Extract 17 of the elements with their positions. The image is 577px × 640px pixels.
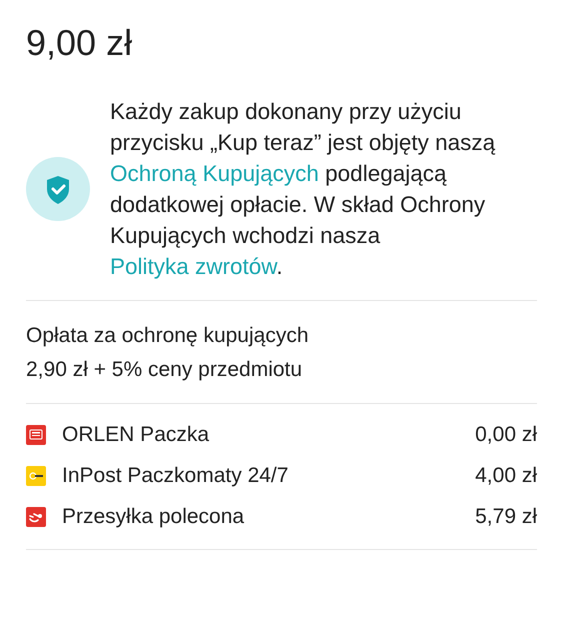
- parcel-logo-icon: [26, 466, 46, 486]
- shipping-name: Przesyłka polecona: [62, 504, 246, 528]
- link[interactable]: Ochroną: [110, 161, 196, 186]
- price-text: 9,00 zł: [26, 21, 134, 65]
- post-logo-icon: [26, 506, 46, 526]
- shipping-name: InPost Paczkomaty 24/7: [62, 464, 290, 488]
- shield-check-icon: [26, 157, 90, 221]
- link[interactable]: Polityka zwrotów: [110, 254, 276, 279]
- link[interactable]: Kupujących: [202, 161, 319, 186]
- fee-title: Opłata za ochronę kupujących: [26, 323, 310, 349]
- parcel-logo-icon: [26, 424, 46, 444]
- shipping-name: ORLEN Paczka: [62, 422, 210, 446]
- fee-value: 2,90 zł + 5% ceny przedmiotu: [26, 357, 304, 383]
- shipping-price: 5,79 zł: [475, 504, 537, 528]
- shipping-price: 4,00 zł: [475, 464, 537, 488]
- protection-text: Każdy zakup dokonany przy użyciu przycisku „Kup teraz” jest objęty naszą Ochroną Kupujących podlegającą dodatkowej opłacie. W skład Ochrony Kupujących wchodzi nasza Polityka zwrotów.: [110, 98, 496, 281]
- shipping-price: 0,00 zł: [475, 422, 537, 446]
